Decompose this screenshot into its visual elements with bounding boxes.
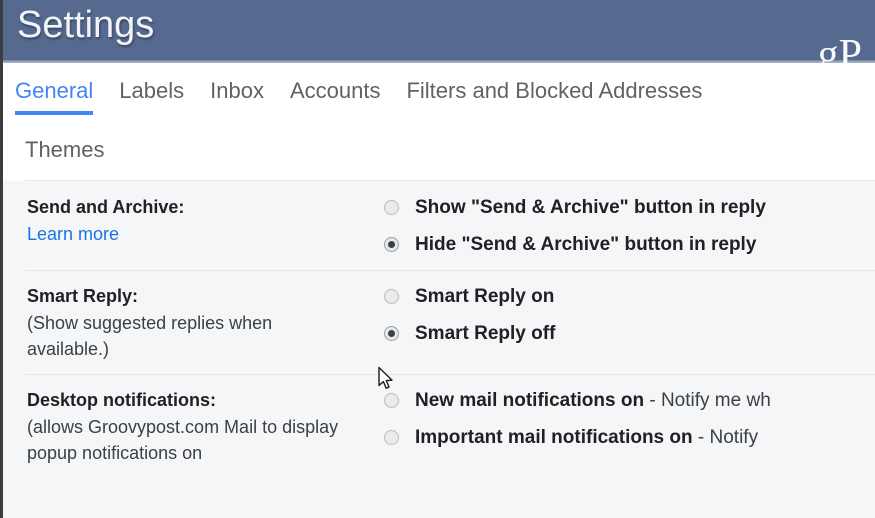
option-hide-send-and-archive[interactable]: Hide "Send & Archive" button in reply [373,232,875,258]
radio-icon-smart-reply-on[interactable] [384,289,399,304]
radio-icon-hide-send-and-archive[interactable] [384,237,399,252]
option-show-send-and-archive[interactable]: Show "Send & Archive" button in reply [373,195,875,221]
setting-options-desktop-notifications: New mail notifications on - Notify me wh… [373,374,875,463]
tab-row-secondary: Themes [25,135,130,165]
setting-options-smart-reply: Smart Reply on Smart Reply off [373,270,875,359]
learn-more-link[interactable]: Learn more [27,221,119,247]
setting-title: Smart Reply: [27,286,139,306]
option-smart-reply-on[interactable]: Smart Reply on [373,284,875,310]
option-new-mail-notifications-on[interactable]: New mail notifications on - Notify me wh [373,388,875,414]
radio-icon-smart-reply-off[interactable] [384,326,399,341]
setting-note: (Show suggested replies when available.) [27,313,273,359]
option-label: Smart Reply on [415,286,555,307]
page-title: Settings [17,4,155,46]
tab-filters-and-blocked-addresses[interactable]: Filters and Blocked Addresses [406,76,702,120]
setting-note: (allows Groovypost.com Mail to display p… [27,417,339,463]
option-label: New mail notifications on - Notify me wh [415,390,771,411]
tab-general[interactable]: General [15,76,94,120]
setting-row-desktop-notifications: Desktop notifications: (allows Groovypos… [3,374,875,478]
tab-themes[interactable]: Themes [25,135,104,165]
settings-tabs: General Labels Inbox Accounts Filters an… [3,63,875,181]
settings-content: Send and Archive: Learn more Show "Send … [3,181,875,518]
window-header: Settings gP [3,0,875,63]
option-label: Show "Send & Archive" button in reply [415,197,766,218]
setting-label-smart-reply: Smart Reply: (Show suggested replies whe… [3,270,373,374]
setting-label-send-and-archive: Send and Archive: Learn more [3,181,373,259]
setting-label-desktop-notifications: Desktop notifications: (allows Groovypos… [3,374,373,478]
radio-icon-important-mail-notifications-on[interactable] [384,430,399,445]
setting-row-send-and-archive: Send and Archive: Learn more Show "Send … [3,181,875,270]
tab-inbox[interactable]: Inbox [210,76,264,120]
groovypost-watermark: gP [817,32,862,63]
tab-labels[interactable]: Labels [119,76,184,120]
radio-icon-show-send-and-archive[interactable] [384,200,399,215]
radio-icon-new-mail-notifications-on[interactable] [384,393,399,408]
setting-title: Send and Archive: [27,197,185,217]
setting-title: Desktop notifications: [27,390,217,410]
setting-row-smart-reply: Smart Reply: (Show suggested replies whe… [3,270,875,374]
option-label: Hide "Send & Archive" button in reply [415,234,757,255]
option-smart-reply-off[interactable]: Smart Reply off [373,321,875,347]
tab-accounts[interactable]: Accounts [290,76,381,120]
option-label: Smart Reply off [415,323,556,344]
option-label: Important mail notifications on - Notify [415,427,759,448]
setting-options-send-and-archive: Show "Send & Archive" button in reply Hi… [373,181,875,270]
option-important-mail-notifications-on[interactable]: Important mail notifications on - Notify [373,425,875,451]
settings-window: Settings gP General Labels Inbox Account… [0,0,875,518]
tab-row-primary: General Labels Inbox Accounts Filters an… [15,76,728,120]
